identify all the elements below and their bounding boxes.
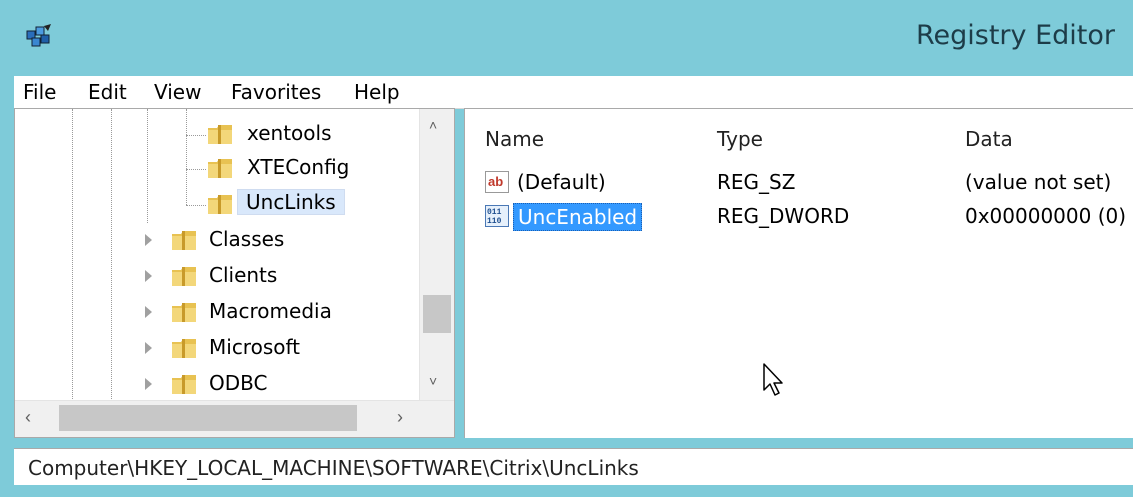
value-row-default[interactable]: ab (Default) REG_SZ (value not set)	[475, 167, 1133, 199]
column-header-type[interactable]: Type	[717, 127, 763, 151]
menu-help[interactable]: Help	[354, 80, 400, 104]
value-name: (Default)	[517, 170, 606, 194]
menu-favorites[interactable]: Favorites	[231, 80, 321, 104]
key-tree: xentools XTEConfig UncLinks Classes Clie…	[15, 109, 420, 401]
folder-icon	[208, 125, 232, 144]
key-path: Computer\HKEY_LOCAL_MACHINE\SOFTWARE\Cit…	[28, 456, 639, 480]
tree-guide-line	[147, 109, 148, 223]
mouse-pointer-icon	[763, 363, 783, 396]
expand-arrow-icon[interactable]	[145, 234, 152, 246]
folder-icon	[208, 159, 232, 178]
menu-bar: File Edit View Favorites Help	[14, 76, 1133, 109]
menu-edit[interactable]: Edit	[88, 80, 127, 104]
svg-text:011: 011	[487, 208, 502, 217]
scroll-left-icon[interactable]: ‹	[25, 407, 31, 428]
tree-guide-line	[72, 109, 73, 401]
window-title: Registry Editor	[915, 20, 1115, 51]
tree-guide-line	[186, 135, 206, 136]
value-type: REG_DWORD	[717, 204, 850, 228]
value-type: REG_SZ	[717, 170, 796, 194]
value-row-uncenabled[interactable]: 011 110 UncEnabled REG_DWORD 0x00000000 …	[475, 201, 1133, 233]
scrollbar-thumb[interactable]	[59, 405, 357, 431]
values-list-pane[interactable]: Name Type Data ab (Default) REG_SZ (valu…	[464, 108, 1133, 438]
value-data: (value not set)	[965, 170, 1112, 194]
folder-icon	[208, 195, 232, 214]
tree-guide-line	[111, 109, 112, 401]
folder-icon	[172, 267, 196, 286]
tree-guide-line	[186, 109, 187, 205]
column-header-data[interactable]: Data	[965, 127, 1013, 151]
tree-horizontal-scrollbar[interactable]: ‹ ›	[15, 400, 454, 437]
scroll-right-icon[interactable]: ›	[397, 407, 403, 428]
folder-icon	[172, 231, 196, 250]
folder-icon	[172, 303, 196, 322]
scrollbar-thumb[interactable]	[423, 295, 451, 333]
menu-view[interactable]: View	[154, 80, 201, 104]
tree-vertical-scrollbar[interactable]: ˄ ˅	[419, 109, 454, 401]
status-bar: Computer\HKEY_LOCAL_MACHINE\SOFTWARE\Cit…	[14, 448, 1133, 485]
string-value-icon: ab	[485, 171, 509, 193]
key-tree-pane[interactable]: xentools XTEConfig UncLinks Classes Clie…	[14, 108, 455, 438]
tree-guide-line	[186, 205, 206, 206]
tree-item-label: Macromedia	[209, 299, 332, 323]
scroll-down-icon[interactable]: ˅	[429, 373, 437, 389]
folder-icon	[172, 375, 196, 394]
folder-icon	[172, 339, 196, 358]
registry-editor-icon[interactable]	[24, 22, 54, 52]
tree-item-label: ODBC	[209, 371, 268, 395]
expand-arrow-icon[interactable]	[145, 306, 152, 318]
registry-editor-window: Registry Editor File Edit View Favorites…	[0, 0, 1133, 497]
tree-item-label: UncLinks	[237, 189, 345, 215]
menu-file[interactable]: File	[23, 80, 56, 104]
expand-arrow-icon[interactable]	[145, 378, 152, 390]
scroll-up-icon[interactable]: ˄	[429, 117, 437, 133]
svg-text:110: 110	[487, 217, 502, 226]
tree-item-label: Classes	[209, 227, 285, 251]
tree-guide-line	[186, 169, 206, 170]
value-name: UncEnabled	[513, 203, 643, 231]
tree-item-label: xentools	[247, 121, 332, 145]
value-data: 0x00000000 (0)	[965, 204, 1127, 228]
svg-text:ab: ab	[488, 174, 503, 189]
expand-arrow-icon[interactable]	[145, 270, 152, 282]
binary-value-icon: 011 110	[485, 205, 509, 227]
tree-item-label: Clients	[209, 263, 278, 287]
tree-item-label: XTEConfig	[247, 155, 350, 179]
title-bar[interactable]: Registry Editor	[0, 0, 1133, 76]
tree-item-label: Microsoft	[209, 335, 301, 359]
column-header-name[interactable]: Name	[485, 127, 544, 151]
expand-arrow-icon[interactable]	[145, 342, 152, 354]
